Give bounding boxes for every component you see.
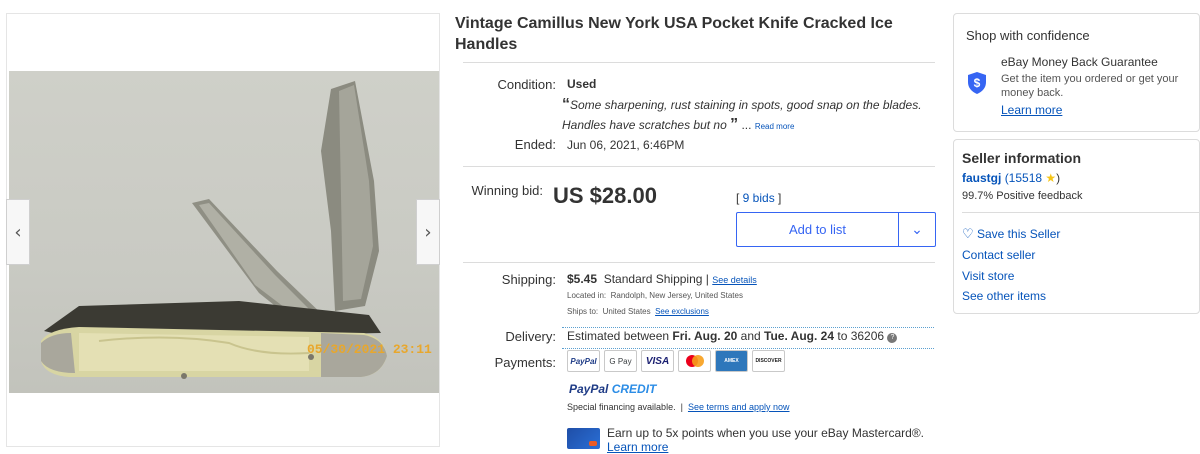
- shipping-cost: $5.45: [567, 272, 598, 286]
- quote-ellipsis: ...: [741, 118, 752, 132]
- payments-label: Payments:: [494, 355, 556, 370]
- delivery-start: Fri. Aug. 20: [672, 329, 738, 343]
- open-quote: “: [562, 96, 570, 113]
- delivery-estimate: Estimated between Fri. Aug. 20 and Tue. …: [567, 329, 898, 343]
- divider: [463, 166, 935, 167]
- photo-timestamp: 05/30/2021 23:11: [307, 342, 432, 357]
- shipping-method: Standard Shipping: [603, 272, 703, 286]
- visa-icon: VISA: [641, 350, 674, 372]
- discover-icon: DISCOVER: [752, 350, 785, 372]
- card-offer: Earn up to 5x points when you use your e…: [607, 426, 925, 440]
- financing-link[interactable]: See terms and apply now: [688, 402, 790, 412]
- next-image-button[interactable]: ›: [416, 199, 440, 265]
- chevron-left-icon: ‹: [14, 221, 22, 243]
- paypal-icon: PayPal: [567, 350, 600, 372]
- image-gallery: 05/30/2021 23:11 ‹ ›: [6, 13, 440, 447]
- item-location: Randolph, New Jersey, United States: [610, 291, 743, 300]
- guarantee-learn-more-link[interactable]: Learn more: [1001, 103, 1062, 117]
- delivery-label: Delivery:: [505, 329, 556, 344]
- feedback-score-link[interactable]: (15518: [1005, 171, 1042, 185]
- condition-description: “Some sharpening, rust staining in spots…: [562, 95, 942, 136]
- divider: [463, 62, 935, 63]
- confidence-title: Shop with confidence: [966, 28, 1090, 43]
- chevron-right-icon: ›: [424, 221, 432, 243]
- save-seller-link[interactable]: Save this Seller: [977, 227, 1060, 241]
- positive-feedback: 99.7% Positive feedback: [962, 190, 1083, 202]
- close-quote: ”: [730, 116, 739, 133]
- ships-to: Ships to: United States See exclusions: [567, 307, 709, 316]
- previous-image-button[interactable]: ‹: [6, 199, 30, 265]
- shipping-info: $5.45 Standard Shipping | See details: [567, 272, 757, 286]
- item-photo[interactable]: 05/30/2021 23:11: [9, 71, 439, 393]
- ships-to-value: United States: [602, 307, 651, 316]
- located-in: Located in: Randolph, New Jersey, United…: [567, 291, 743, 300]
- info-icon[interactable]: ?: [887, 333, 898, 343]
- add-to-list-button[interactable]: Add to list ⌄: [736, 212, 936, 247]
- see-exclusions-link[interactable]: See exclusions: [655, 307, 709, 316]
- guarantee-text: Get the item you ordered or get your mon…: [1001, 73, 1179, 99]
- seller-info-title: Seller information: [962, 150, 1082, 166]
- star-icon: ★: [1045, 171, 1057, 185]
- save-seller-button[interactable]: ♡ Save this Seller: [962, 227, 1060, 242]
- guarantee-title: eBay Money Back Guarantee: [1001, 55, 1158, 69]
- heart-icon: ♡: [962, 227, 974, 242]
- payment-methods: PayPal G Pay VISA AMEX DISCOVER: [567, 350, 785, 372]
- knife-photo: 05/30/2021 23:11: [41, 81, 432, 379]
- see-other-items-link[interactable]: See other items: [962, 289, 1046, 303]
- bid-history-link[interactable]: 9 bids: [743, 191, 775, 205]
- divider: [962, 212, 1200, 213]
- google-pay-icon: G Pay: [604, 350, 637, 372]
- add-to-list-label[interactable]: Add to list: [737, 213, 899, 246]
- condition-value: Used: [567, 77, 597, 91]
- svg-text:$: $: [974, 76, 981, 90]
- winning-bid-price: US $28.00: [553, 183, 657, 208]
- see-details-link[interactable]: See details: [712, 275, 757, 285]
- shield-dollar-icon: $: [968, 72, 986, 94]
- seller-name-row: faustgj (15518 ★): [962, 171, 1061, 185]
- card-learn-more-link[interactable]: Learn more: [607, 440, 668, 454]
- special-financing: Special financing available. | See terms…: [567, 402, 790, 412]
- visit-store-link[interactable]: Visit store: [962, 269, 1014, 283]
- winning-bid-label: Winning bid:: [471, 183, 543, 198]
- contact-seller-link[interactable]: Contact seller: [962, 248, 1035, 262]
- condition-label: Condition:: [497, 77, 556, 92]
- paypal-credit-logo: PayPal CREDIT: [569, 382, 657, 396]
- shipping-label: Shipping:: [501, 272, 556, 287]
- amex-icon: AMEX: [715, 350, 748, 372]
- ended-value: Jun 06, 2021, 6:46PM: [567, 138, 685, 152]
- ebay-mastercard-icon: [567, 428, 600, 449]
- mastercard-icon: [678, 350, 711, 372]
- seller-name-link[interactable]: faustgj: [962, 171, 1001, 185]
- ended-label: Ended:: [514, 137, 556, 152]
- chevron-down-icon[interactable]: ⌄: [899, 213, 935, 246]
- bid-count: [ 9 bids ]: [736, 191, 782, 205]
- item-title: Vintage Camillus New York USA Pocket Kni…: [455, 15, 893, 53]
- read-more-link[interactable]: Read more: [755, 122, 795, 131]
- delivery-end: Tue. Aug. 24: [764, 329, 835, 343]
- divider: [463, 262, 935, 263]
